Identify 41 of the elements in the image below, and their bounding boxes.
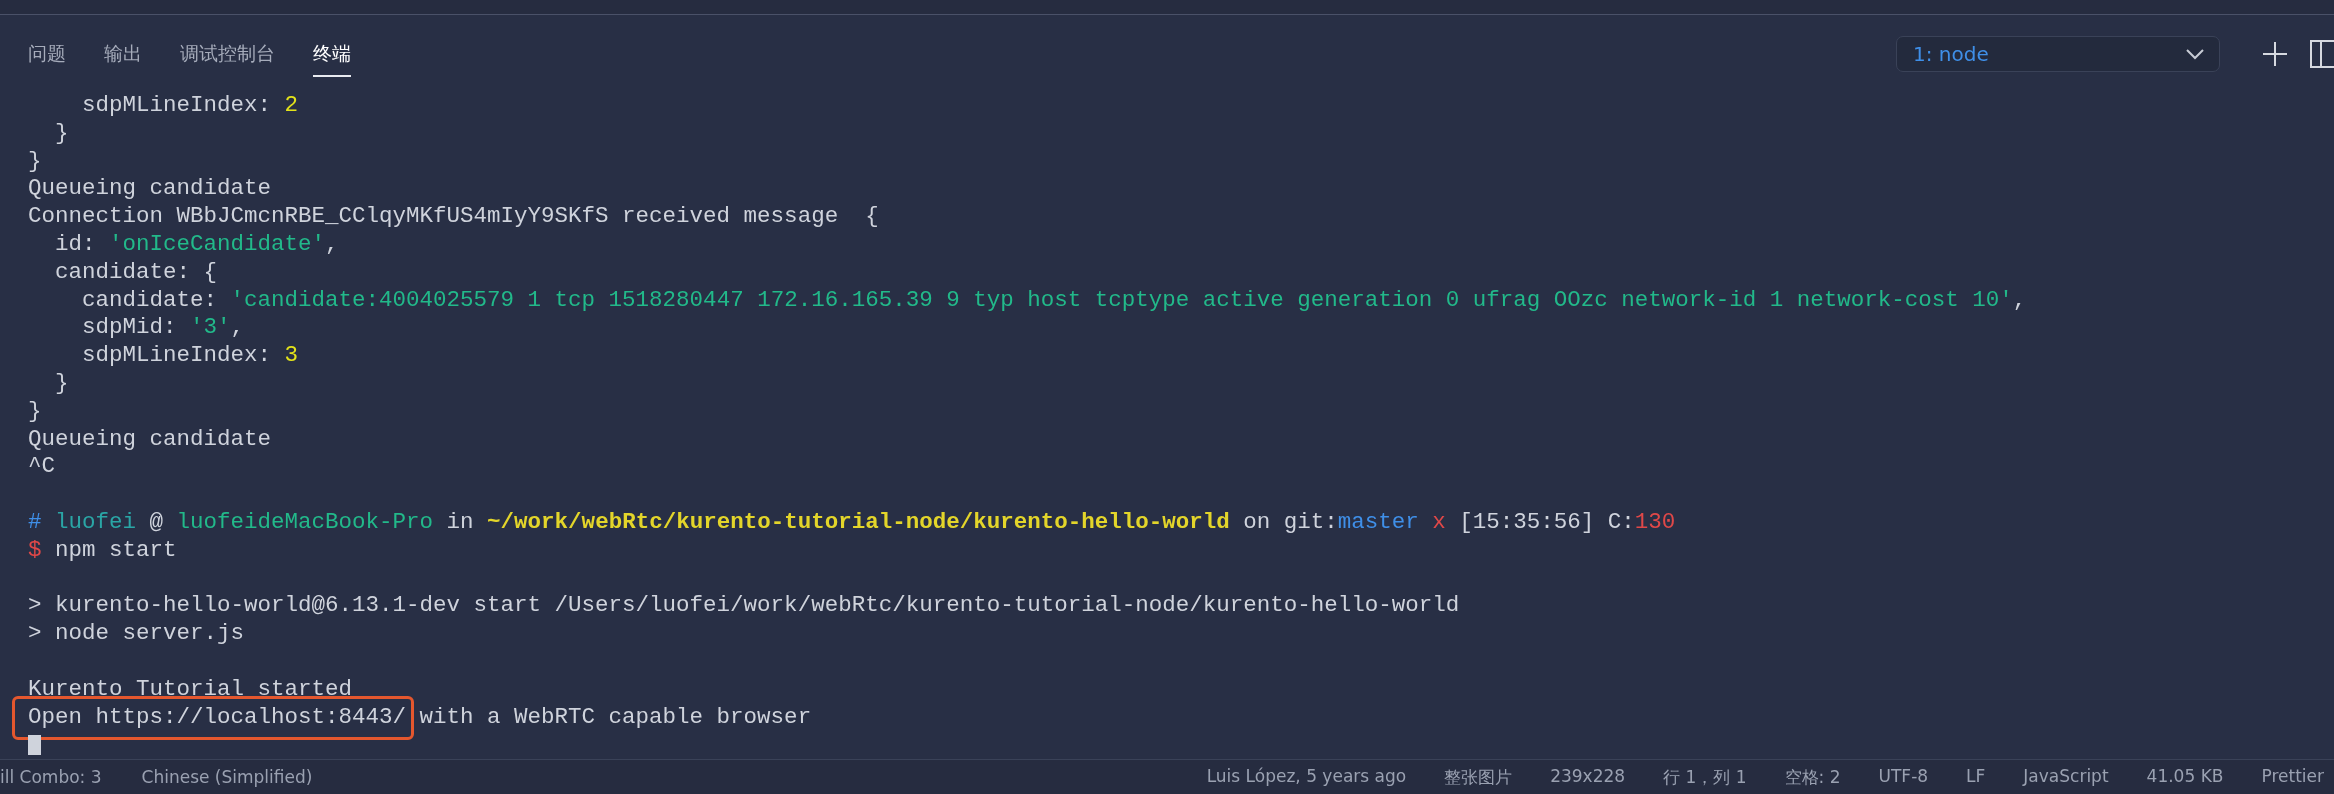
status-item[interactable]: UTF-8 bbox=[1878, 765, 1929, 789]
terminal-line: candidate: 'candidate:4004025579 1 tcp 1518280447 172.16.165.39 9 typ host tcptype active generation 0 ufrag OOzc network-id 1 network-cost 10', bbox=[81, 286, 2027, 315]
terminal-line: ^C bbox=[28, 453, 55, 482]
status-item[interactable]: Chinese (Simplified) bbox=[141, 767, 313, 787]
status-item[interactable]: 行 1，列 1 bbox=[1663, 765, 1747, 789]
status-item[interactable]: 整张图片 bbox=[1444, 765, 1513, 789]
status-item[interactable]: 空格: 2 bbox=[1784, 765, 1841, 789]
panel-tab[interactable]: 问题 bbox=[28, 30, 66, 77]
plus-icon[interactable] bbox=[2262, 40, 2288, 67]
status-item[interactable]: 239x228 bbox=[1550, 765, 1626, 789]
terminal-line: } bbox=[28, 147, 42, 176]
terminal-line: # luofei @ luofeideMacBook-Pro in ~/work/webRtc/kurento-tutorial-node/kurento-hello-world on git:master x [15:35:56] C:130 bbox=[28, 508, 1676, 537]
status-item[interactable]: LF bbox=[1966, 765, 1986, 789]
status-item[interactable]: Luis López, 5 years ago bbox=[1206, 765, 1407, 789]
panel-tab[interactable]: 输出 bbox=[104, 30, 142, 77]
terminal-line: Kurento Tutorial started bbox=[28, 675, 353, 704]
terminal-line: sdpMLineIndex: 2 bbox=[81, 92, 299, 120]
split-icon[interactable] bbox=[2310, 39, 2334, 68]
terminal-line: candidate: { bbox=[54, 258, 218, 287]
terminal-line: sdpMid: '3', bbox=[81, 314, 245, 343]
status-item[interactable]: Prettier bbox=[2261, 765, 2324, 789]
terminal-line: sdpMLineIndex: 3 bbox=[81, 342, 299, 370]
status-item[interactable]: 41.05 KB bbox=[2146, 765, 2224, 789]
terminal-line: id: 'onIceCandidate', bbox=[54, 231, 339, 259]
terminal-line: > kurento-hello-world@6.13.1-dev start /Users/luofei/work/webRtc/kurento-tutorial-node/kurento-hello-world bbox=[28, 592, 1460, 621]
terminal-line: Connection WBbJCmcnRBE_CClqyMKfUS4mIyY9SKfS received message { bbox=[28, 203, 879, 231]
terminal-line: $ npm start bbox=[28, 536, 177, 565]
terminal-line: Open https://localhost:8443/ with a WebRTC capable browser bbox=[28, 703, 812, 732]
terminal-line: } bbox=[28, 397, 42, 426]
status-item[interactable]: JavaScript bbox=[2023, 765, 2109, 789]
terminal-line: > node server.js bbox=[28, 620, 245, 648]
panel-tab[interactable]: 终端 bbox=[313, 30, 351, 77]
terminal-line: } bbox=[54, 119, 69, 148]
cursor bbox=[28, 735, 41, 756]
terminal-line: Queueing candidate bbox=[28, 175, 272, 204]
terminal-select[interactable]: 1: node bbox=[1896, 35, 2220, 72]
terminal-line: Queueing candidate bbox=[28, 425, 272, 454]
panel-tab[interactable]: 调试控制台 bbox=[180, 30, 275, 77]
terminal-line: } bbox=[54, 369, 69, 398]
chevron-down-icon bbox=[2185, 47, 2205, 60]
status-item[interactable]: ill Combo: 3 bbox=[0, 767, 102, 787]
